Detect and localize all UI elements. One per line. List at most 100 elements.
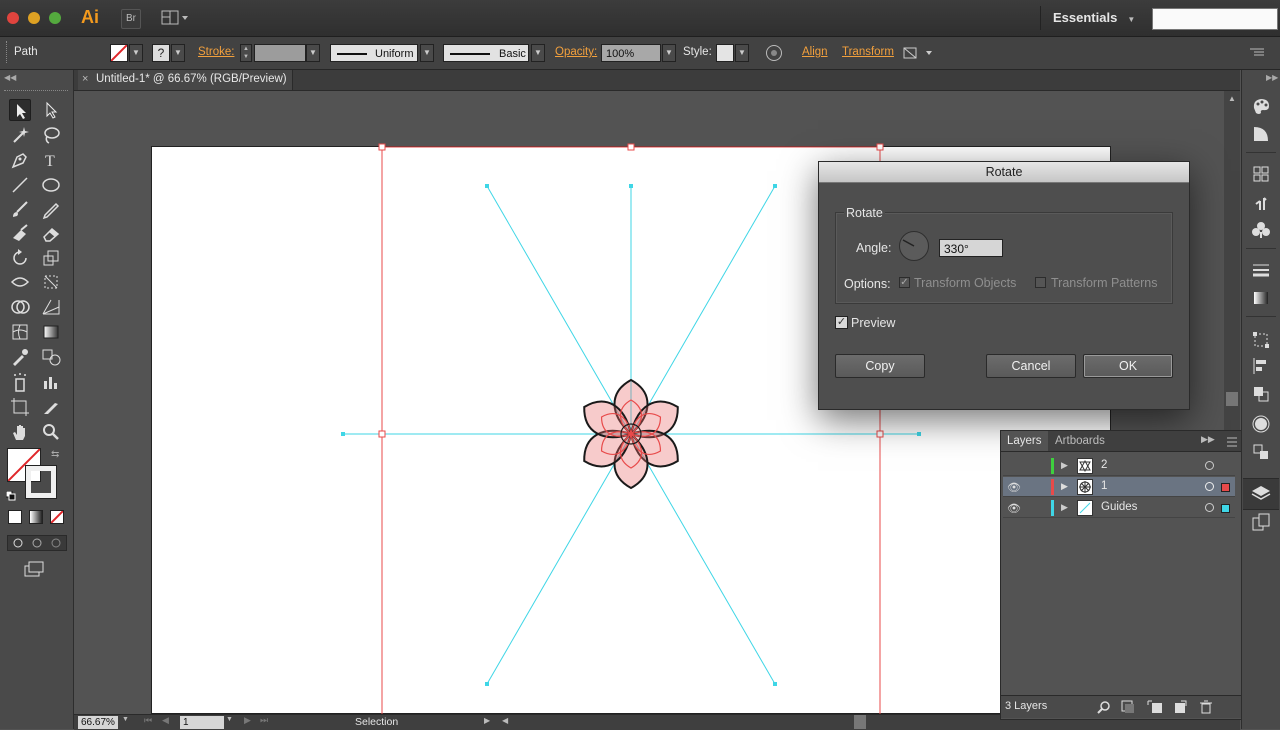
- free-transform-tool-icon[interactable]: [40, 271, 62, 293]
- selection-tool-icon[interactable]: [9, 99, 31, 121]
- eraser-tool-icon[interactable]: [40, 222, 62, 244]
- swap-fill-stroke-icon[interactable]: ⇆: [51, 449, 59, 460]
- new-sublayer-icon[interactable]: [1147, 700, 1163, 714]
- artboard-dropdown-arrow-icon[interactable]: ▼: [226, 716, 233, 723]
- mesh-tool-icon[interactable]: [9, 321, 31, 343]
- eye-icon[interactable]: 👁: [1007, 502, 1021, 515]
- copy-button[interactable]: Copy: [835, 354, 925, 378]
- selection-indicator[interactable]: [1221, 483, 1230, 492]
- graphic-styles-icon[interactable]: [1251, 442, 1271, 462]
- tab-artboards[interactable]: Artboards: [1049, 431, 1111, 451]
- new-layer-icon[interactable]: [1173, 700, 1187, 714]
- default-fill-stroke-icon[interactable]: [5, 490, 16, 501]
- angle-input[interactable]: 330°: [939, 239, 1003, 257]
- tab-layers[interactable]: Layers: [1001, 431, 1048, 451]
- first-artboard-icon[interactable]: ⏮: [144, 715, 152, 726]
- symbols-icon[interactable]: [1251, 220, 1271, 240]
- magic-wand-tool-icon[interactable]: [9, 124, 31, 146]
- swatches-icon[interactable]: [1251, 164, 1271, 184]
- gradient-panel-icon[interactable]: [1251, 288, 1271, 308]
- ok-button[interactable]: OK: [1083, 354, 1173, 378]
- tools-panel-grip[interactable]: [4, 90, 68, 93]
- previous-artboard-icon[interactable]: ◀: [162, 715, 169, 726]
- width-tool-icon[interactable]: [9, 271, 31, 293]
- zoom-dropdown-arrow-icon[interactable]: ▼: [122, 716, 129, 723]
- column-graph-tool-icon[interactable]: [40, 371, 62, 393]
- transform-patterns-checkbox[interactable]: [1035, 277, 1046, 288]
- stroke-color-swatch[interactable]: [25, 465, 57, 499]
- blend-tool-icon[interactable]: [40, 346, 62, 368]
- direct-selection-tool-icon[interactable]: [40, 99, 62, 121]
- expand-panel-icon[interactable]: ▶▶: [1201, 434, 1215, 445]
- zoom-tool-icon[interactable]: [40, 421, 62, 443]
- eye-icon[interactable]: 👁: [1007, 481, 1021, 494]
- scale-tool-icon[interactable]: [40, 247, 62, 269]
- expand-triangle-icon[interactable]: ▶: [1061, 460, 1068, 471]
- layer-row[interactable]: 👁 ▶ Guides: [1003, 498, 1235, 518]
- gradient-tool-icon[interactable]: [40, 321, 62, 343]
- visibility-toggle[interactable]: [1005, 458, 1023, 474]
- screen-mode-icon[interactable]: [23, 560, 45, 578]
- perspective-grid-tool-icon[interactable]: [40, 296, 62, 318]
- type-tool-icon[interactable]: T: [40, 149, 62, 171]
- paintbrush-tool-icon[interactable]: [9, 198, 31, 220]
- rotate-tool-icon[interactable]: [9, 247, 31, 269]
- selection-indicator[interactable]: [1221, 504, 1230, 513]
- expand-triangle-icon[interactable]: ▶: [1061, 502, 1068, 513]
- brushes-icon[interactable]: [1251, 192, 1271, 212]
- trash-icon[interactable]: [1199, 700, 1213, 714]
- none-mode-icon[interactable]: [50, 510, 64, 524]
- pathfinder-icon[interactable]: [1251, 384, 1271, 404]
- expand-triangle-icon[interactable]: ▶: [1061, 481, 1068, 492]
- color-panel-icon[interactable]: [1251, 96, 1271, 116]
- layer-row[interactable]: ▶ 2: [1003, 456, 1235, 476]
- target-icon[interactable]: [1205, 503, 1214, 512]
- gradient-mode-icon[interactable]: [29, 510, 43, 524]
- hand-tool-icon[interactable]: [9, 421, 31, 443]
- lasso-tool-icon[interactable]: [40, 124, 62, 146]
- line-segment-tool-icon[interactable]: [9, 174, 31, 196]
- blob-brush-tool-icon[interactable]: [9, 222, 31, 244]
- transform-panel-icon[interactable]: [1251, 330, 1271, 350]
- angle-dial[interactable]: [899, 231, 929, 261]
- collapse-dock-icon[interactable]: ▶▶: [1266, 73, 1278, 82]
- preview-checkbox[interactable]: ✓: [835, 316, 848, 329]
- pencil-tool-icon[interactable]: [40, 198, 62, 220]
- color-guide-icon[interactable]: [1251, 124, 1271, 144]
- artboards-panel-icon[interactable]: [1251, 512, 1271, 532]
- color-mode-icon[interactable]: [8, 510, 22, 524]
- layers-menu-icon[interactable]: [1223, 436, 1237, 447]
- shape-builder-tool-icon[interactable]: [9, 296, 31, 318]
- next-artboard-icon[interactable]: ▶: [244, 715, 251, 726]
- scroll-up-arrow-icon[interactable]: ▲: [1228, 94, 1236, 103]
- symbol-sprayer-tool-icon[interactable]: [9, 371, 31, 393]
- scroll-left-arrow-icon[interactable]: ◀: [502, 716, 508, 725]
- layer-name[interactable]: 1: [1101, 480, 1107, 492]
- collapse-tools-icon[interactable]: ◀◀: [4, 73, 16, 82]
- transform-objects-checkbox[interactable]: ✓: [899, 277, 910, 288]
- artboard-number-field[interactable]: 1: [180, 716, 224, 729]
- vertical-scroll-thumb[interactable]: [1226, 392, 1238, 406]
- layer-name[interactable]: 2: [1101, 459, 1107, 471]
- target-icon[interactable]: [1205, 482, 1214, 491]
- locate-object-icon[interactable]: [1097, 700, 1111, 714]
- cancel-button[interactable]: Cancel: [986, 354, 1076, 378]
- ellipse-tool-icon[interactable]: [40, 174, 62, 196]
- stroke-panel-icon[interactable]: [1251, 260, 1271, 280]
- artboard-tool-icon[interactable]: [9, 396, 31, 418]
- layers-dock-button[interactable]: [1243, 478, 1279, 510]
- layer-row[interactable]: 👁 ▶ 1: [1003, 477, 1235, 497]
- make-clipping-mask-icon[interactable]: [1121, 700, 1135, 714]
- layer-name[interactable]: Guides: [1101, 501, 1137, 513]
- status-tool-label[interactable]: Selection: [355, 716, 398, 728]
- status-menu-arrow-icon[interactable]: ▶: [484, 716, 490, 725]
- slice-tool-icon[interactable]: [40, 396, 62, 418]
- pen-tool-icon[interactable]: [9, 149, 31, 171]
- horizontal-scroll-thumb[interactable]: [854, 715, 866, 729]
- last-artboard-icon[interactable]: ⏭: [260, 715, 268, 726]
- appearance-icon[interactable]: [1251, 414, 1271, 434]
- zoom-field[interactable]: 66.67%: [78, 716, 118, 729]
- eyedropper-tool-icon[interactable]: [9, 346, 31, 368]
- target-icon[interactable]: [1205, 461, 1214, 470]
- align-panel-icon[interactable]: [1251, 356, 1271, 376]
